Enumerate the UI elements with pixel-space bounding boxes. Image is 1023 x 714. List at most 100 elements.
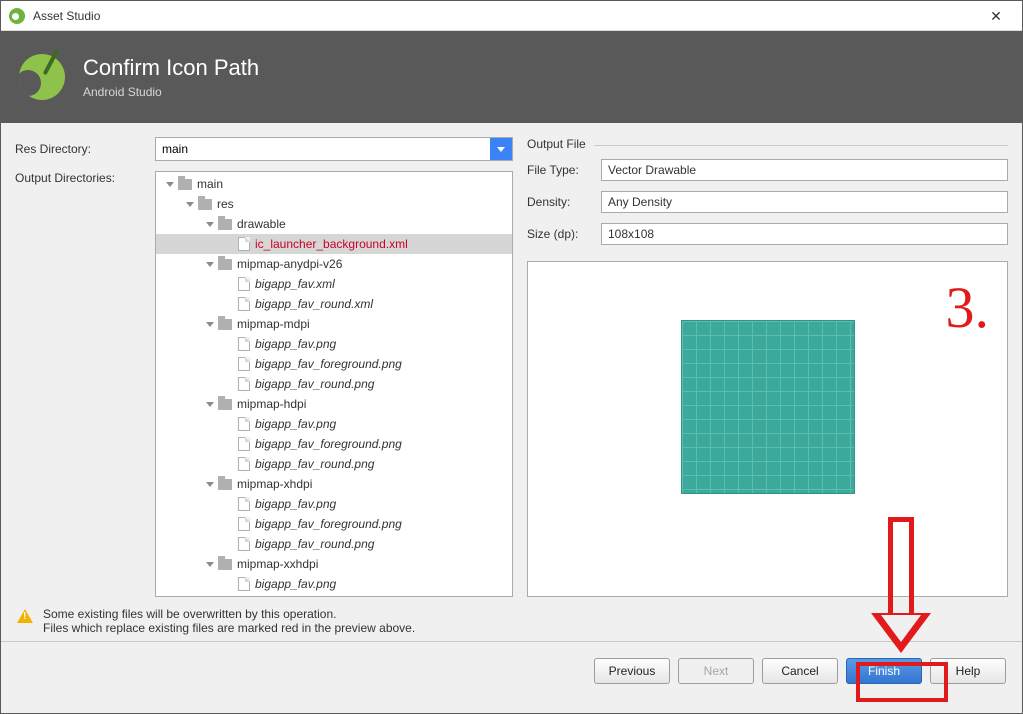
tree-item-label: bigapp_fav_foreground.png [255,517,402,531]
cancel-button[interactable]: Cancel [762,658,838,684]
warning-message: Some existing files will be overwritten … [1,597,1022,641]
folder-icon [218,559,232,570]
close-button[interactable]: ✕ [976,1,1016,31]
tree-folder[interactable]: drawable [156,214,512,234]
expand-icon[interactable] [204,318,216,330]
icon-preview: 3. [527,261,1008,597]
tree-item-label: mipmap-xhdpi [237,477,312,491]
tree-item-label: mipmap-xxhdpi [237,557,318,571]
res-directory-label: Res Directory: [15,142,155,156]
expand-icon[interactable] [164,178,176,190]
expand-icon[interactable] [204,218,216,230]
tree-file[interactable]: bigapp_fav.png [156,414,512,434]
tree-file[interactable]: bigapp_fav.png [156,574,512,594]
annotation-step-number: 3. [946,274,990,341]
window-title: Asset Studio [33,9,100,23]
tree-file[interactable]: bigapp_fav.png [156,334,512,354]
file-icon [238,237,250,251]
tree-file[interactable]: bigapp_fav.xml [156,274,512,294]
tree-file[interactable]: bigapp_fav_round.png [156,534,512,554]
tree-item-label: bigapp_fav.xml [255,277,335,291]
tree-folder[interactable]: mipmap-mdpi [156,314,512,334]
tree-file[interactable]: bigapp_fav_round.png [156,374,512,394]
next-button: Next [678,658,754,684]
dialog-header: Confirm Icon Path Android Studio [1,31,1022,123]
expand-icon[interactable] [204,558,216,570]
expand-icon[interactable] [204,258,216,270]
tree-item-label: mipmap-mdpi [237,317,310,331]
tree-folder[interactable]: mipmap-xhdpi [156,474,512,494]
tree-item-label: bigapp_fav_foreground.png [255,357,402,371]
previous-button[interactable]: Previous [594,658,670,684]
file-icon [238,337,250,351]
expand-icon[interactable] [184,198,196,210]
folder-icon [218,479,232,490]
tree-item-label: res [217,197,234,211]
tree-item-label: bigapp_fav_round.xml [255,297,373,311]
finish-button[interactable]: Finish [846,658,922,684]
file-icon [238,377,250,391]
file-icon [238,297,250,311]
android-studio-logo [19,54,65,100]
tree-item-label: bigapp_fav.png [255,577,336,591]
tree-file[interactable]: bigapp_fav_foreground.png [156,434,512,454]
res-directory-combo[interactable]: main [155,137,513,161]
file-type-label: File Type: [527,163,601,177]
page-subtitle: Android Studio [83,85,259,99]
expand-icon[interactable] [204,398,216,410]
tree-item-label: bigapp_fav_round.png [255,457,374,471]
output-file-section-label: Output File [527,137,586,151]
tree-folder[interactable]: mipmap-anydpi-v26 [156,254,512,274]
tree-item-label: mipmap-hdpi [237,397,306,411]
tree-item-label: bigapp_fav.png [255,337,336,351]
tree-item-label: bigapp_fav_foreground.png [255,437,402,451]
tree-file[interactable]: bigapp_fav_foreground.png [156,514,512,534]
tree-item-label: drawable [237,217,286,231]
icon-preview-image [681,320,855,494]
file-icon [238,417,250,431]
output-directories-label: Output Directories: [15,171,155,185]
warning-line2: Files which replace existing files are m… [43,621,415,635]
size-label: Size (dp): [527,227,601,241]
tree-file[interactable]: ic_launcher_background.xml [156,234,512,254]
help-button[interactable]: Help [930,658,1006,684]
output-directories-tree[interactable]: main resdrawable ic_launcher_background.xm… [155,171,513,597]
tree-item-label: ic_launcher_background.xml [255,237,408,251]
tree-folder[interactable]: mipmap-xxhdpi [156,554,512,574]
expand-icon[interactable] [204,478,216,490]
file-icon [238,357,250,371]
chevron-down-icon[interactable] [490,138,512,160]
app-icon [9,8,25,24]
tree-file[interactable]: bigapp_fav.png [156,494,512,514]
warning-line1: Some existing files will be overwritten … [43,607,415,621]
folder-icon [218,399,232,410]
size-field: 108x108 [601,223,1008,245]
tree-file[interactable]: bigapp_fav_foreground.png [156,354,512,374]
file-icon [238,517,250,531]
file-icon [238,277,250,291]
tree-folder[interactable]: main [156,174,512,194]
warning-icon [17,609,33,623]
tree-item-label: bigapp_fav.png [255,497,336,511]
tree-item-label: bigapp_fav_round.png [255,537,374,551]
tree-folder[interactable]: mipmap-hdpi [156,394,512,414]
folder-icon [218,319,232,330]
file-icon [238,577,250,591]
res-directory-value: main [162,142,188,156]
folder-icon [198,199,212,210]
tree-folder[interactable]: res [156,194,512,214]
tree-item-label: bigapp_fav.png [255,417,336,431]
file-icon [238,457,250,471]
tree-item-label: main [197,177,223,191]
page-title: Confirm Icon Path [83,55,259,81]
file-icon [238,537,250,551]
density-field: Any Density [601,191,1008,213]
tree-file[interactable]: bigapp_fav_round.png [156,454,512,474]
file-icon [238,497,250,511]
folder-icon [218,259,232,270]
tree-file[interactable]: bigapp_fav_round.xml [156,294,512,314]
tree-item-label: bigapp_fav_round.png [255,377,374,391]
file-icon [238,437,250,451]
tree-item-label: mipmap-anydpi-v26 [237,257,342,271]
titlebar: Asset Studio ✕ [1,1,1022,31]
